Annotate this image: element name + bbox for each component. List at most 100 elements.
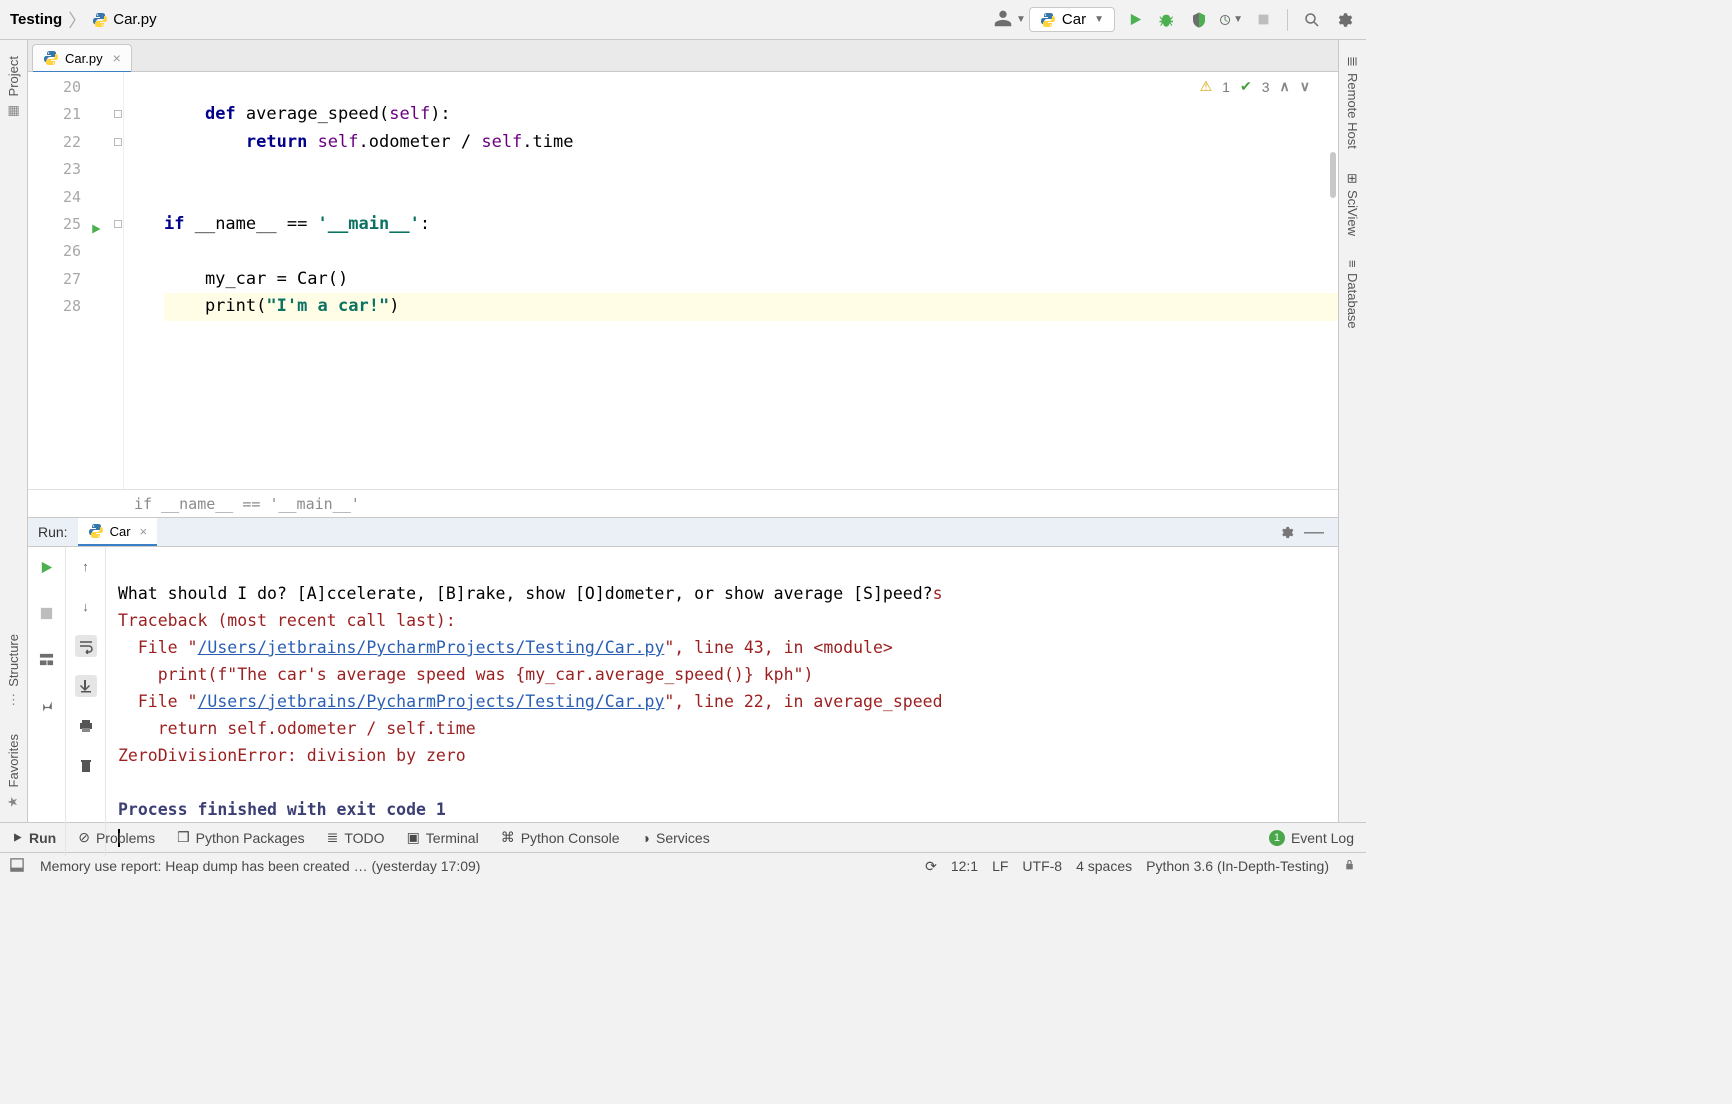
- lock-icon[interactable]: [1343, 858, 1356, 874]
- tool-run-label: Run: [29, 830, 56, 846]
- run-tool-window: Run: Car × —: [28, 517, 1338, 822]
- tool-python-console[interactable]: ⌘ Python Console: [501, 829, 620, 846]
- tool-python-packages-label: Python Packages: [196, 830, 305, 846]
- database-icon: ≡: [1345, 260, 1360, 268]
- services-icon: ◑: [642, 830, 650, 846]
- breadcrumb-separator: 〉: [68, 7, 86, 33]
- line-separator[interactable]: LF: [992, 858, 1008, 874]
- divider: [1287, 9, 1288, 31]
- traceback-header: Traceback (most recent call last):: [118, 611, 456, 630]
- python-file-icon: [92, 12, 108, 28]
- tool-terminal[interactable]: ▣ Terminal: [407, 829, 479, 846]
- pin-button[interactable]: [35, 693, 59, 717]
- run-panel-label: Run:: [28, 524, 78, 540]
- remote-host-icon: ≣: [1345, 56, 1360, 67]
- tool-sciview[interactable]: ⊞ SciView: [1345, 161, 1360, 248]
- soft-wrap-button[interactable]: [75, 635, 97, 657]
- play-icon: [12, 830, 23, 846]
- tool-structure-label: Structure: [6, 634, 21, 687]
- scroll-to-end-button[interactable]: [75, 675, 97, 697]
- print-button[interactable]: [75, 715, 97, 737]
- tool-terminal-label: Terminal: [426, 830, 479, 846]
- exit-line: Process finished with exit code 1: [118, 800, 446, 819]
- run-button[interactable]: [1123, 8, 1147, 32]
- indent-setting[interactable]: 4 spaces: [1076, 858, 1132, 874]
- inspection-widget[interactable]: ⚠ 1 ✔ 3 ∧ ∨: [1200, 78, 1310, 95]
- right-tool-strip: ≣ Remote Host ⊞ SciView ≡ Database: [1338, 40, 1366, 822]
- tool-run[interactable]: Run: [12, 830, 56, 846]
- tool-structure[interactable]: ⋮ Structure: [6, 620, 21, 720]
- tool-todo[interactable]: ≣ TODO: [327, 829, 385, 846]
- chevron-down-icon[interactable]: ∨: [1300, 78, 1310, 95]
- debug-button[interactable]: [1155, 8, 1179, 32]
- left-tool-strip: ▦ Project ⋮ Structure ★ Favorites: [0, 40, 28, 822]
- console-input: s: [933, 584, 943, 603]
- tool-favorites[interactable]: ★ Favorites: [6, 720, 21, 822]
- caret-position[interactable]: 12:1: [951, 858, 978, 874]
- console-output[interactable]: What should I do? [A]ccelerate, [B]rake,…: [106, 547, 1338, 856]
- rerun-button[interactable]: [35, 555, 59, 579]
- up-arrow-icon[interactable]: ↑: [75, 555, 97, 577]
- status-message[interactable]: Memory use report: Heap dump has been cr…: [40, 858, 480, 874]
- list-icon: ≣: [327, 829, 339, 846]
- tool-remote-host-label: Remote Host: [1345, 73, 1360, 149]
- settings-button[interactable]: [1332, 8, 1356, 32]
- tool-window-quick-access-icon[interactable]: [10, 858, 24, 875]
- tool-database-label: Database: [1345, 273, 1360, 329]
- stop-button[interactable]: [35, 601, 59, 625]
- toolbar-right: ▼ Car ▼ ▼: [997, 7, 1356, 32]
- scrollbar-thumb[interactable]: [1330, 152, 1336, 198]
- run-with-coverage-button[interactable]: [1187, 8, 1211, 32]
- traceback-file-link[interactable]: /Users/jetbrains/PycharmProjects/Testing…: [197, 638, 664, 657]
- vcs-user-button[interactable]: ▼: [997, 8, 1021, 32]
- tool-event-log[interactable]: 1 Event Log: [1269, 830, 1354, 846]
- chevron-up-icon[interactable]: ∧: [1280, 78, 1290, 95]
- breadcrumbs-context[interactable]: if __name__ == '__main__': [28, 489, 1338, 517]
- search-everywhere-button[interactable]: [1300, 8, 1324, 32]
- stop-button[interactable]: [1251, 8, 1275, 32]
- editor-tab-label: Car.py: [65, 51, 103, 66]
- tool-remote-host[interactable]: ≣ Remote Host: [1345, 44, 1360, 161]
- editor-tabs: Car.py ×: [28, 40, 1338, 72]
- context-label: if __name__ == '__main__': [134, 495, 360, 513]
- tool-services-label: Services: [656, 830, 710, 846]
- chevron-down-icon: ▼: [1094, 14, 1104, 25]
- tool-sciview-label: SciView: [1345, 190, 1360, 236]
- breadcrumb-file-name: Car.py: [113, 11, 156, 28]
- run-settings-button[interactable]: [1274, 520, 1298, 544]
- file-encoding[interactable]: UTF-8: [1022, 858, 1062, 874]
- weak-warning-count: 3: [1262, 79, 1270, 95]
- goto-line-icon[interactable]: ⟳: [925, 858, 937, 875]
- hide-panel-button[interactable]: —: [1298, 521, 1330, 544]
- warning-count: 1: [1222, 79, 1230, 95]
- down-arrow-icon[interactable]: ↓: [75, 595, 97, 617]
- trash-button[interactable]: [75, 755, 97, 777]
- tool-services[interactable]: ◑ Services: [642, 830, 710, 846]
- code-area[interactable]: def average_speed(self): return self.odo…: [124, 72, 1338, 489]
- tool-project[interactable]: ▦ Project: [6, 42, 21, 131]
- close-icon[interactable]: ×: [113, 50, 121, 66]
- breadcrumb-file[interactable]: Car.py: [92, 11, 156, 28]
- run-tabs: Run: Car × —: [28, 518, 1338, 547]
- star-icon: ★: [6, 793, 21, 808]
- profile-button[interactable]: ▼: [1219, 8, 1243, 32]
- layout-button[interactable]: [35, 647, 59, 671]
- run-side-toolbar-mid: ↑ ↓: [66, 547, 106, 856]
- breadcrumb-project[interactable]: Testing: [10, 11, 62, 28]
- tool-problems[interactable]: ⊘ Problems: [78, 829, 155, 846]
- traceback-file-link[interactable]: /Users/jetbrains/PycharmProjects/Testing…: [197, 692, 664, 711]
- python-file-icon: [1040, 12, 1056, 28]
- interpreter[interactable]: Python 3.6 (In-Depth-Testing): [1146, 858, 1329, 874]
- close-icon[interactable]: ×: [140, 524, 148, 539]
- tool-python-packages[interactable]: ❒ Python Packages: [177, 829, 305, 846]
- notification-badge: 1: [1269, 830, 1285, 846]
- run-config-name: Car: [1062, 11, 1086, 28]
- run-tab-car[interactable]: Car ×: [78, 518, 158, 546]
- packages-icon: ❒: [177, 829, 190, 846]
- run-config-selector[interactable]: Car ▼: [1029, 7, 1115, 32]
- tool-database[interactable]: ≡ Database: [1345, 248, 1360, 341]
- editor-tab-car[interactable]: Car.py ×: [32, 44, 132, 71]
- problems-icon: ⊘: [78, 829, 90, 846]
- tool-python-console-label: Python Console: [521, 830, 620, 846]
- editor[interactable]: 202122232425262728 def average_speed(sel…: [28, 72, 1338, 489]
